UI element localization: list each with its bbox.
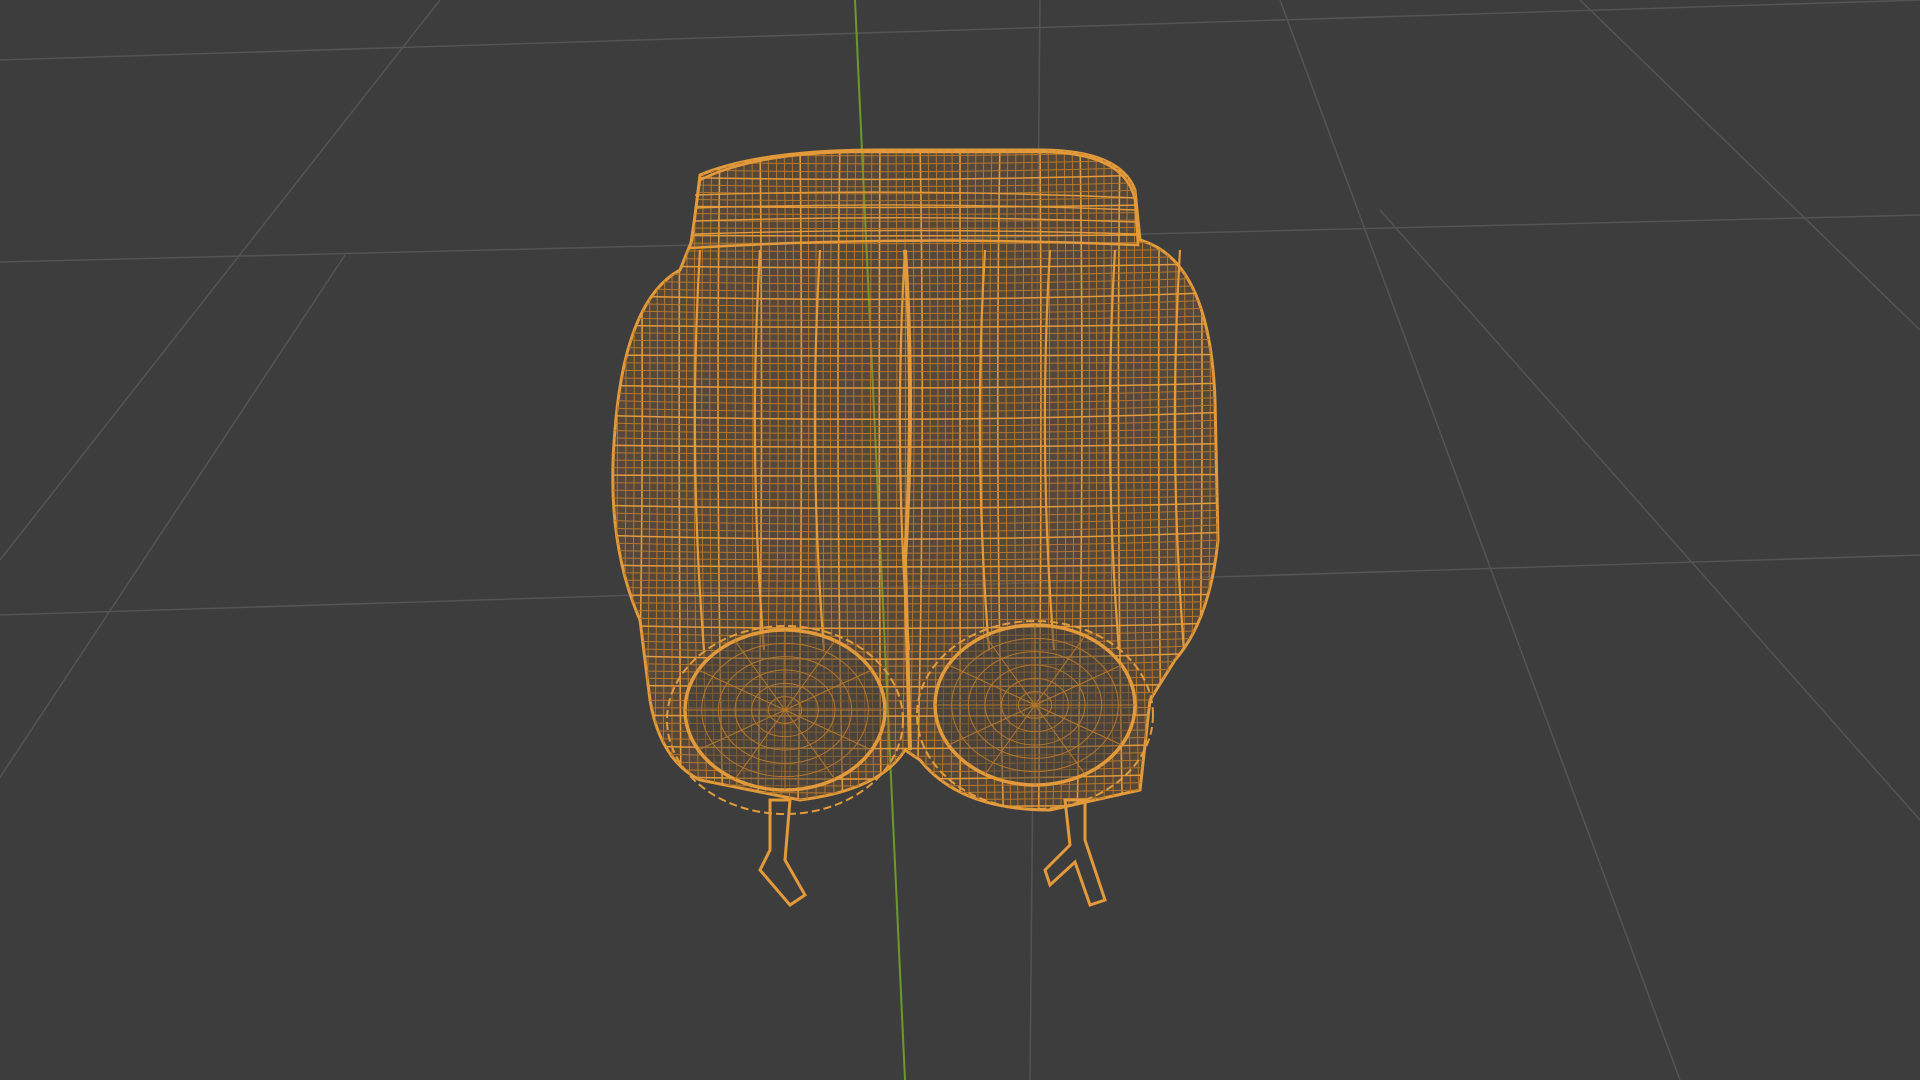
grid-line [0, 0, 441, 561]
grid-line [1279, 0, 1681, 1080]
grid-line [0, 254, 346, 779]
viewport-canvas[interactable] [0, 0, 1920, 1080]
mesh-edge [590, 819, 1230, 820]
mesh-edge [607, 140, 609, 820]
mesh-edge [612, 803, 1218, 808]
wireframe-mesh[interactable] [590, 140, 1241, 907]
mesh-edge [612, 795, 1218, 801]
mesh-edge [1221, 140, 1226, 820]
mesh-edge [590, 812, 1230, 814]
mesh-edge [590, 143, 1230, 147]
garter-strap-right [1043, 798, 1107, 907]
garter-strap-left [758, 798, 807, 907]
grid-line [1379, 209, 1920, 821]
grid-line [1579, 0, 1920, 331]
mesh-edge [1239, 140, 1241, 820]
mesh-edge [1230, 140, 1233, 820]
3d-viewport[interactable] [0, 0, 1920, 1080]
